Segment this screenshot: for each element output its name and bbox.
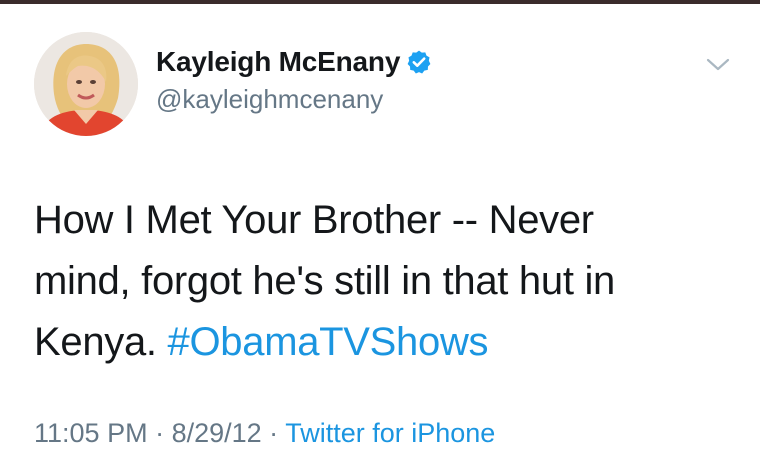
chevron-down-icon[interactable] xyxy=(704,56,732,74)
profile-photo-icon xyxy=(34,32,138,136)
meta-separator: · xyxy=(261,418,286,448)
avatar[interactable] xyxy=(34,32,138,136)
meta-separator: · xyxy=(147,418,172,448)
tweet-text: How I Met Your Brother -- Never mind, fo… xyxy=(34,190,734,373)
tweet-text-fragment: Kenya. xyxy=(34,320,168,364)
tweet-meta: 11:05 PM · 8/29/12 · Twitter for iPhone xyxy=(34,418,495,449)
tweet-date[interactable]: 8/29/12 xyxy=(172,418,262,448)
tweet-source-link[interactable]: Twitter for iPhone xyxy=(285,418,495,448)
verified-badge-icon xyxy=(406,49,432,75)
author-block: Kayleigh McEnany @kayleighmcenany xyxy=(156,46,432,115)
tweet-card: Kayleigh McEnany @kayleighmcenany How I … xyxy=(0,4,760,460)
hashtag-link[interactable]: #ObamaTVShows xyxy=(168,320,489,364)
name-row: Kayleigh McEnany xyxy=(156,46,432,78)
tweet-text-line: mind, forgot he's still in that hut in xyxy=(34,259,615,303)
tweet-time[interactable]: 11:05 PM xyxy=(34,418,148,448)
display-name[interactable]: Kayleigh McEnany xyxy=(156,46,400,78)
tweet-text-line: How I Met Your Brother -- Never xyxy=(34,198,594,242)
user-handle[interactable]: @kayleighmcenany xyxy=(156,84,432,115)
tweet-text-line: Kenya. #ObamaTVShows xyxy=(34,312,734,373)
